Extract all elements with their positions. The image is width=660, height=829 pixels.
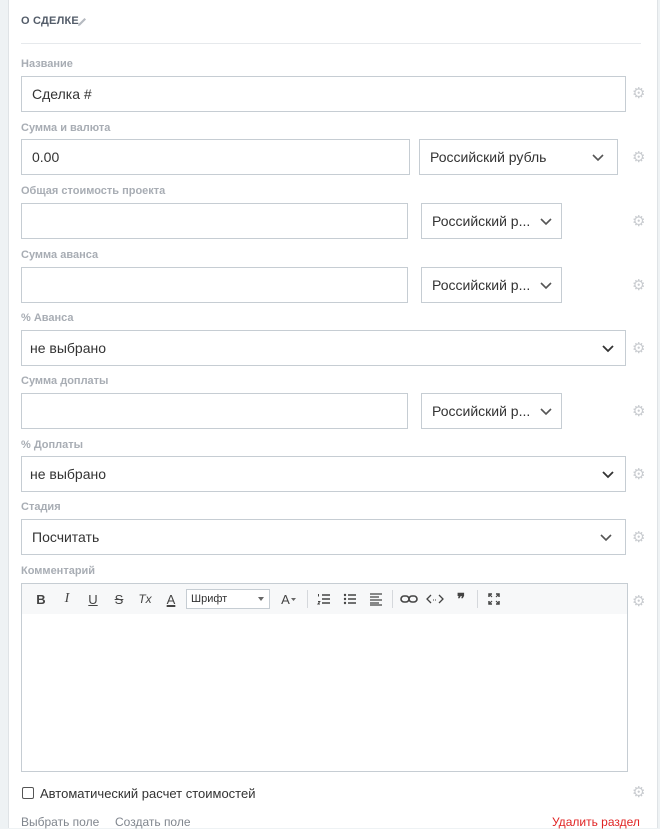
section-title: О СДЕЛКЕ xyxy=(21,15,79,27)
strikethrough-button[interactable]: S xyxy=(106,588,132,610)
advance-pct-value: не выбрано xyxy=(30,340,107,356)
quote-icon[interactable]: ❞ xyxy=(448,588,474,610)
gear-icon[interactable]: ⚙ xyxy=(632,341,645,356)
surcharge-currency-value: Российский р... xyxy=(432,403,531,419)
advance-currency-value: Российский р... xyxy=(432,277,531,293)
chevron-down-icon xyxy=(600,534,612,542)
italic-button[interactable]: I xyxy=(54,588,80,610)
stage-select[interactable]: Посчитать xyxy=(21,519,626,555)
field-label-name: Название xyxy=(21,58,73,70)
toolbar-separator xyxy=(392,590,393,608)
bullet-list-icon[interactable] xyxy=(337,588,363,610)
select-field-link[interactable]: Выбрать поле xyxy=(21,815,99,829)
field-label-amount: Сумма и валюта xyxy=(21,122,111,134)
gear-icon[interactable]: ⚙ xyxy=(632,594,645,609)
field-label-surcharge-pct: % Доплаты xyxy=(21,439,84,451)
link-icon[interactable] xyxy=(396,588,422,610)
align-icon[interactable] xyxy=(363,588,389,610)
section-divider xyxy=(21,43,641,44)
advance-pct-select[interactable]: не выбрано xyxy=(21,330,626,366)
surcharge-sum-input[interactable] xyxy=(21,393,408,429)
fullscreen-icon[interactable] xyxy=(481,588,507,610)
surcharge-currency-select[interactable]: Российский р... xyxy=(421,393,562,429)
toolbar-separator xyxy=(307,590,308,608)
gear-icon[interactable]: ⚙ xyxy=(632,467,645,482)
total-cost-currency-value: Российский р... xyxy=(432,213,531,229)
chevron-down-icon xyxy=(540,408,552,416)
amount-currency-value: Российский рубль xyxy=(430,149,547,165)
code-icon[interactable] xyxy=(422,588,448,610)
surcharge-pct-select[interactable]: не выбрано xyxy=(21,456,626,492)
ordered-list-icon[interactable] xyxy=(311,588,337,610)
chevron-down-icon xyxy=(592,154,604,162)
toolbar-separator xyxy=(477,590,478,608)
chevron-down-icon xyxy=(602,471,614,479)
auto-calc-label: Автоматический расчет стоимостей xyxy=(40,786,256,801)
gear-icon[interactable]: ⚙ xyxy=(632,86,645,101)
field-label-comment: Комментарий xyxy=(21,565,96,577)
caret-down-icon xyxy=(290,597,296,601)
total-cost-input[interactable] xyxy=(21,203,408,239)
font-size-button[interactable]: A xyxy=(274,588,304,610)
advance-sum-input[interactable] xyxy=(21,267,408,303)
chevron-down-icon xyxy=(540,282,552,290)
create-field-link[interactable]: Создать поле xyxy=(115,815,191,829)
font-color-button[interactable]: A xyxy=(158,588,184,610)
gear-icon[interactable]: ⚙ xyxy=(632,278,645,293)
gear-icon[interactable]: ⚙ xyxy=(632,404,645,419)
font-family-value: Шрифт xyxy=(191,593,228,605)
edit-pencil-icon[interactable] xyxy=(76,15,88,27)
gear-icon[interactable]: ⚙ xyxy=(632,214,645,229)
chevron-down-icon xyxy=(602,345,614,353)
font-size-label: A xyxy=(281,591,290,607)
stage-value: Посчитать xyxy=(32,529,100,545)
advance-currency-select[interactable]: Российский р... xyxy=(421,267,562,303)
caret-down-icon xyxy=(258,597,264,601)
gear-icon[interactable]: ⚙ xyxy=(632,785,645,800)
bold-button[interactable]: B xyxy=(28,588,54,610)
auto-calc-checkbox[interactable] xyxy=(22,787,34,799)
total-cost-currency-select[interactable]: Российский р... xyxy=(421,203,562,239)
chevron-down-icon xyxy=(540,218,552,226)
delete-section-link[interactable]: Удалить раздел xyxy=(552,815,640,829)
comment-text-area[interactable] xyxy=(22,614,627,771)
font-family-select[interactable]: Шрифт xyxy=(186,589,270,609)
field-label-advance-sum: Сумма аванса xyxy=(21,249,99,261)
editor-toolbar: B I U S Tx A Шрифт A ❞ xyxy=(22,584,627,614)
surcharge-pct-value: не выбрано xyxy=(30,466,107,482)
amount-input[interactable]: 0.00 xyxy=(21,139,410,175)
amount-currency-select[interactable]: Российский рубль xyxy=(419,139,618,175)
gear-icon[interactable]: ⚙ xyxy=(632,530,645,545)
field-label-advance-pct: % Аванса xyxy=(21,312,74,324)
name-input[interactable]: Сделка # xyxy=(21,76,626,112)
field-label-total-cost: Общая стоимость проекта xyxy=(21,185,166,197)
clear-format-button[interactable]: Tx xyxy=(132,588,158,610)
gear-icon[interactable]: ⚙ xyxy=(632,150,645,165)
field-label-surcharge-sum: Сумма доплаты xyxy=(21,375,109,387)
underline-button[interactable]: U xyxy=(80,588,106,610)
comment-editor: B I U S Tx A Шрифт A ❞ xyxy=(21,583,628,772)
field-label-stage: Стадия xyxy=(21,501,61,513)
